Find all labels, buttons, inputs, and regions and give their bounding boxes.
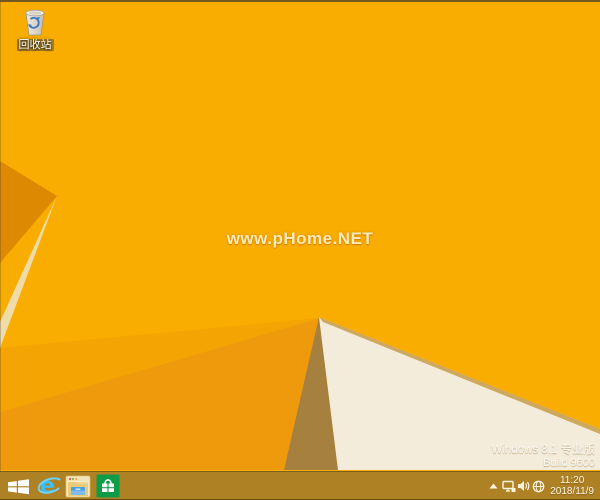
screen-left-edge <box>0 0 1 472</box>
recycle-bin-glyph <box>25 9 45 36</box>
file-explorer-icon <box>65 475 91 497</box>
file-explorer-button[interactable] <box>63 472 93 500</box>
network-icon <box>502 480 516 492</box>
show-hidden-icons-button[interactable] <box>486 472 501 500</box>
internet-explorer-button[interactable]: e <box>33 472 63 500</box>
tray-clock[interactable]: 11:20 2018/11/9 <box>550 475 594 497</box>
ime-tray-button[interactable] <box>531 472 546 500</box>
recycle-bin-label: 回收站 <box>16 39 54 51</box>
start-button[interactable] <box>3 472 33 500</box>
system-tray: 11:20 2018/11/9 <box>486 472 600 500</box>
ime-globe-icon <box>532 480 545 492</box>
tray-date: 2018/11/9 <box>550 486 594 497</box>
tray-time: 11:20 <box>559 475 585 486</box>
volume-tray-button[interactable] <box>516 472 531 500</box>
windows-store-button[interactable] <box>93 472 123 500</box>
windows-logo-icon <box>7 478 29 494</box>
wallpaper <box>0 0 600 500</box>
taskbar: e 11:20 2018/11/9 <box>0 471 600 500</box>
windows-store-icon <box>96 474 120 498</box>
internet-explorer-icon: e <box>37 474 61 499</box>
volume-icon <box>518 481 530 491</box>
show-hidden-icons-chevron <box>489 483 498 489</box>
network-tray-button[interactable] <box>501 472 516 500</box>
recycle-bin-icon[interactable]: 回收站 <box>11 5 59 51</box>
screen-top-edge <box>0 0 600 2</box>
